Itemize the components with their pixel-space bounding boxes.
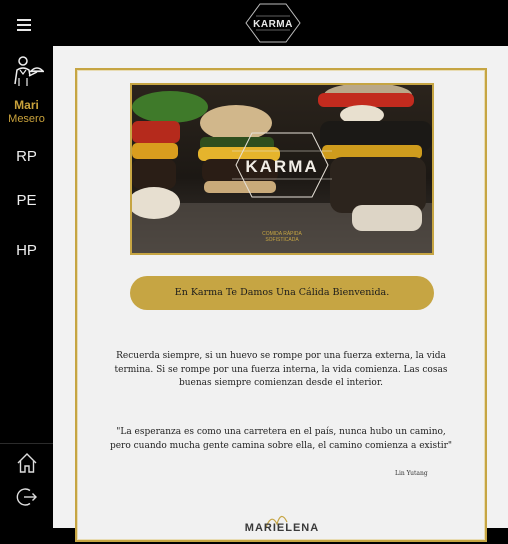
sidebar: Mari Mesero RP PE HP bbox=[0, 46, 53, 528]
footer-logo-text: MARIELENA bbox=[244, 522, 320, 534]
home-icon[interactable] bbox=[16, 452, 38, 474]
quote-author: Lin Yutang bbox=[395, 470, 428, 477]
quote-text-2: "La esperanza es como una carretera en e… bbox=[109, 427, 453, 451]
welcome-button[interactable]: En Karma Te Damos Una Cálida Bienvenida. bbox=[130, 276, 434, 310]
burger-photo: KARMA COMIDA RÁPIDA SOFISTICADA bbox=[132, 85, 432, 253]
sidebar-item-rp[interactable]: RP bbox=[0, 143, 53, 171]
karma-logo-text: KARMA bbox=[253, 19, 293, 30]
welcome-card: KARMA COMIDA RÁPIDA SOFISTICADA En Karma… bbox=[75, 68, 487, 542]
sidebar-item-hp[interactable]: HP bbox=[0, 237, 53, 265]
menu-icon[interactable] bbox=[17, 16, 37, 32]
user-name: Mari bbox=[14, 98, 39, 112]
user-role: Mesero bbox=[8, 113, 45, 125]
footer-logo: MARIELENA bbox=[237, 508, 327, 540]
hero-tagline-1: COMIDA RÁPIDA bbox=[262, 230, 302, 237]
waiter-icon bbox=[14, 56, 44, 86]
hero-brand: KARMA bbox=[245, 157, 318, 176]
sidebar-item-pe[interactable]: PE bbox=[0, 187, 53, 215]
sidebar-divider bbox=[0, 443, 53, 444]
quote-text: Recuerda siempre, si un huevo se rompe p… bbox=[114, 351, 448, 388]
top-bar: KARMA bbox=[0, 0, 508, 46]
karma-logo: KARMA bbox=[245, 3, 301, 43]
logout-icon[interactable] bbox=[16, 486, 38, 508]
hero-tagline-2: SOFISTICADA bbox=[265, 237, 299, 243]
main-content: KARMA COMIDA RÁPIDA SOFISTICADA En Karma… bbox=[53, 46, 508, 542]
hero-image: KARMA COMIDA RÁPIDA SOFISTICADA bbox=[130, 83, 434, 255]
